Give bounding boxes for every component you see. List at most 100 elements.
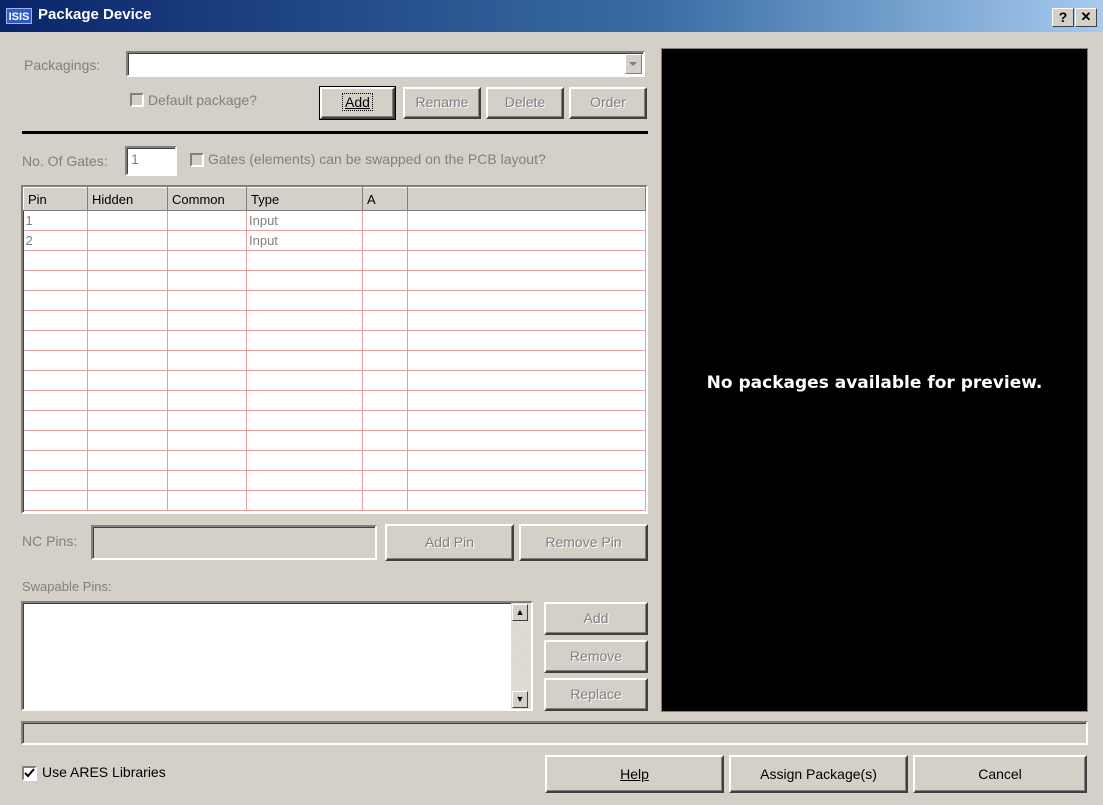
table-row-empty[interactable] [23,250,646,271]
col-common[interactable]: Common [167,187,247,211]
cell-empty[interactable] [362,350,408,371]
cell-empty[interactable] [362,370,408,391]
default-package-checkbox[interactable] [130,93,144,107]
cell-empty[interactable] [246,350,363,371]
cell-empty[interactable] [407,250,646,271]
cell-empty[interactable] [246,290,363,311]
table-row-empty[interactable] [23,270,646,291]
cell-empty[interactable] [407,330,646,351]
cell-empty[interactable] [407,390,646,411]
cell-empty[interactable] [23,430,88,451]
cell-empty[interactable] [23,470,88,491]
add-pin-button[interactable]: Add Pin [385,524,514,561]
cell-empty[interactable] [246,490,363,511]
cell-empty[interactable] [167,290,247,311]
col-type[interactable]: Type [246,187,363,211]
table-row[interactable]: 2 Input [23,230,646,251]
scroll-up-icon[interactable]: ▲ [512,604,528,621]
cell-empty[interactable] [23,390,88,411]
cell-empty[interactable] [87,370,168,391]
cell-empty[interactable] [407,470,646,491]
cell-empty[interactable] [362,310,408,331]
swapable-scrollbar[interactable]: ▲ ▼ [511,603,531,709]
table-row-empty[interactable] [23,490,646,511]
cell-empty[interactable] [167,490,247,511]
cell-empty[interactable] [167,390,247,411]
cell-empty[interactable] [87,310,168,331]
table-row-empty[interactable] [23,430,646,451]
cell-empty[interactable] [362,450,408,471]
cell-empty[interactable] [362,330,408,351]
remove-pin-button[interactable]: Remove Pin [519,524,648,561]
cell-empty[interactable] [407,310,646,331]
cell-type[interactable]: Input [246,210,363,231]
cell-empty[interactable] [407,270,646,291]
help-button[interactable]: Help [545,755,724,793]
assign-packages-button[interactable]: Assign Package(s) [729,755,908,793]
cell-hidden[interactable] [87,210,168,231]
cell-empty[interactable] [362,490,408,511]
gates-count-input[interactable]: 1 [125,146,177,176]
cell-pin[interactable]: 2 [23,230,88,251]
cell-empty[interactable] [362,270,408,291]
scroll-down-icon[interactable]: ▼ [512,691,528,708]
cell-empty[interactable] [23,310,88,331]
table-row-empty[interactable] [23,370,646,391]
cell-empty[interactable] [246,430,363,451]
cell-empty[interactable] [87,390,168,411]
cell-a[interactable] [362,230,408,251]
cell-empty[interactable] [362,470,408,491]
cell-empty[interactable] [167,470,247,491]
cell-a[interactable] [362,210,408,231]
cell-empty[interactable] [407,350,646,371]
cell-empty[interactable] [87,490,168,511]
cell-empty[interactable] [167,370,247,391]
cell-empty[interactable] [246,390,363,411]
table-row-empty[interactable] [23,290,646,311]
table-row[interactable]: 1 Input [23,210,646,231]
delete-packaging-button[interactable]: Delete [486,87,564,119]
cell-type[interactable]: Input [246,230,363,251]
table-row-empty[interactable] [23,450,646,471]
cell-empty[interactable] [246,370,363,391]
use-ares-checkbox[interactable] [22,766,37,781]
cell-empty[interactable] [167,270,247,291]
cell-empty[interactable] [87,410,168,431]
cell-empty[interactable] [87,470,168,491]
cell-empty[interactable] [407,410,646,431]
cell-empty[interactable] [407,490,646,511]
packagings-select[interactable] [126,51,645,77]
cell-empty[interactable] [167,430,247,451]
table-row-empty[interactable] [23,330,646,351]
cell-common[interactable] [167,210,247,231]
cell-empty[interactable] [23,330,88,351]
swapable-remove-button[interactable]: Remove [544,640,648,673]
col-a[interactable]: A [362,187,408,211]
cell-empty[interactable] [362,290,408,311]
cell-empty[interactable] [407,430,646,451]
cell-empty[interactable] [246,250,363,271]
swapable-add-button[interactable]: Add [544,602,648,635]
cell-empty[interactable] [23,250,88,271]
cell-empty[interactable] [167,450,247,471]
col-hidden[interactable]: Hidden [87,187,168,211]
col-pin[interactable]: Pin [23,187,88,211]
cell-empty[interactable] [167,330,247,351]
cell-empty[interactable] [167,350,247,371]
swapable-replace-button[interactable]: Replace [544,678,648,711]
cell-empty[interactable] [87,450,168,471]
cell-empty[interactable] [246,310,363,331]
cell-empty[interactable] [362,430,408,451]
cell-empty[interactable] [362,390,408,411]
cell-empty[interactable] [23,410,88,431]
table-row-empty[interactable] [23,350,646,371]
cell-pin[interactable]: 1 [23,210,88,231]
cell-empty[interactable] [87,250,168,271]
close-button[interactable]: ✕ [1075,8,1097,27]
cell-empty[interactable] [246,410,363,431]
cell-empty[interactable] [167,410,247,431]
cell-empty[interactable] [407,290,646,311]
cell-empty[interactable] [246,470,363,491]
help-title-button[interactable]: ? [1052,8,1074,27]
cell-empty[interactable] [167,250,247,271]
